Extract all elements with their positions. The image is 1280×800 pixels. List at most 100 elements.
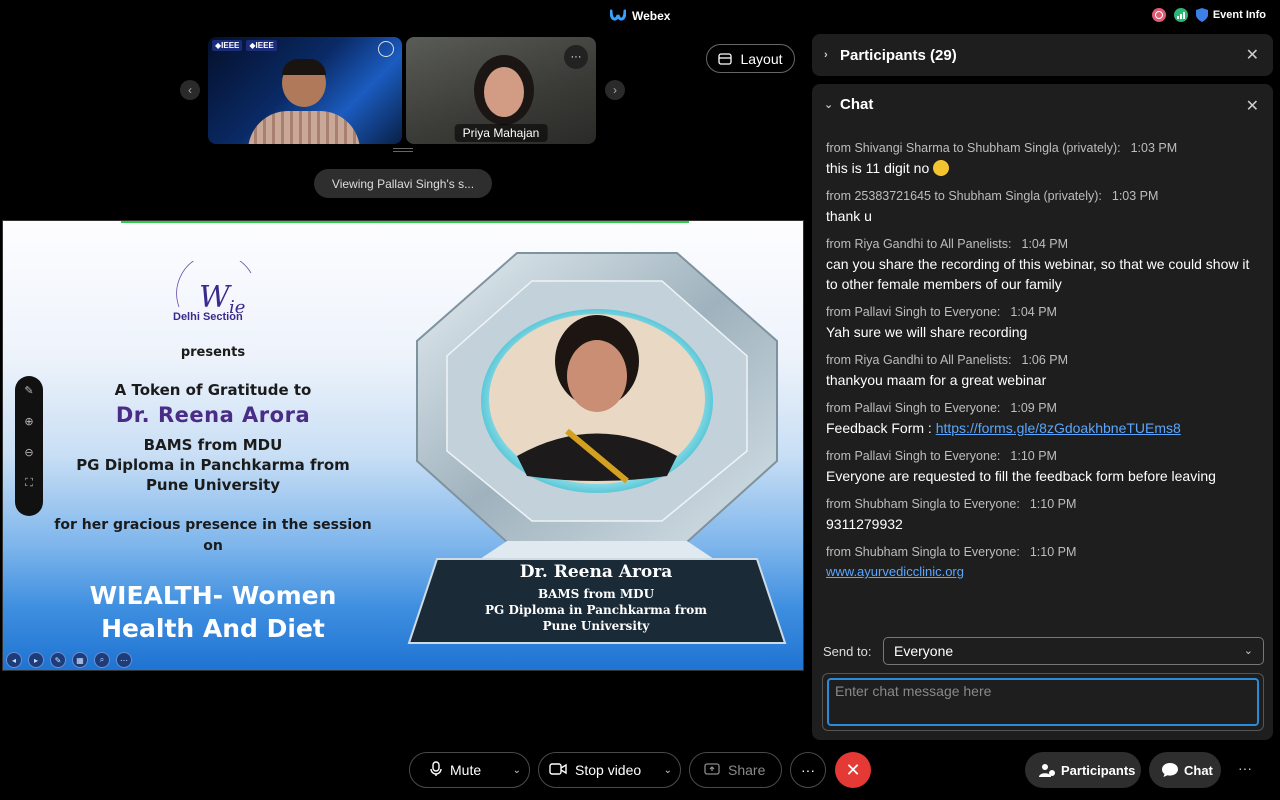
video-tile-priya-mahajan[interactable]: ··· Priya Mahajan	[406, 37, 596, 144]
slide-gratitude: A Token of Gratitude to	[114, 381, 312, 399]
resize-handle[interactable]	[393, 148, 413, 152]
message-meta: from Shivangi Sharma to Shubham Singla (…	[826, 140, 1258, 156]
slide-cred-line: BAMS from MDU	[143, 436, 283, 454]
message-meta: from Pallavi Singh to Everyone: 1:10 PM	[826, 448, 1258, 464]
message-text: thankyou maam for a great webinar	[826, 372, 1047, 388]
slide-presents: presents	[180, 345, 246, 360]
fit-icon[interactable]: ⛶	[25, 477, 33, 490]
annotate-icon[interactable]: ✎	[24, 384, 33, 397]
close-icon[interactable]: ✕	[1246, 45, 1259, 65]
video-strip-prev-button[interactable]: ‹	[180, 80, 200, 100]
chevron-right-icon: ›	[824, 49, 828, 61]
emoji-icon	[933, 160, 950, 176]
webex-logo-icon	[610, 9, 626, 21]
message-body: Feedback Form :	[826, 420, 936, 436]
chevron-down-icon: ⌄	[1243, 645, 1253, 657]
feedback-form-link[interactable]: https://forms.gle/8zGdoakhbneTUEms8	[936, 420, 1181, 436]
more-options-button[interactable]: ···	[790, 752, 826, 788]
slide-gracious-line: on	[203, 538, 223, 554]
message-meta: from 25383721645 to Shubham Singla (priv…	[826, 188, 1258, 204]
message-text: thank u	[826, 208, 872, 224]
slide-gracious: for her gracious presence in the session…	[3, 515, 423, 557]
chat-message: from Shubham Singla to Everyone: 1:10 PM …	[826, 496, 1258, 534]
chat-title: Chat	[840, 96, 874, 113]
app-name: Webex	[632, 9, 671, 23]
send-to-value: Everyone	[894, 643, 954, 659]
slide-honoree-name: Dr. Reena Arora	[115, 403, 311, 427]
stop-video-label: Stop video	[575, 762, 642, 778]
chat-message: from Pallavi Singh to Everyone: 1:10 PM E…	[826, 448, 1258, 486]
more-icon: ···	[570, 51, 582, 63]
message-meta: from Riya Gandhi to All Panelists: 1:04 P…	[826, 236, 1258, 252]
participants-title: Participants (29)	[840, 46, 957, 64]
message-time: 1:04 PM	[1010, 305, 1057, 319]
shared-content[interactable]: W ie Delhi Section presents A Token of G…	[2, 220, 804, 671]
message-text: Everyone are requested to fill the feedb…	[826, 468, 1216, 484]
layout-icon	[718, 52, 733, 65]
video-tile-presenter[interactable]: ◆IEEE ◆IEEE	[208, 37, 402, 144]
overflow-menu-button[interactable]: ···	[1238, 760, 1252, 776]
video-strip-next-button[interactable]: ›	[605, 80, 625, 100]
recording-icon[interactable]	[1151, 8, 1166, 22]
pen-icon[interactable]: ✎	[50, 652, 66, 668]
close-icon[interactable]: ✕	[1246, 96, 1259, 116]
chat-button[interactable]: Chat	[1149, 752, 1221, 788]
message-time: 1:09 PM	[1010, 401, 1057, 415]
chevron-down-icon[interactable]: ⌄	[513, 765, 521, 776]
message-meta: from Shubham Singla to Everyone: 1:10 PM	[826, 496, 1258, 512]
magnify-icon[interactable]: ⌕	[94, 652, 110, 668]
tile-more-button[interactable]: ···	[564, 45, 588, 69]
message-sender: from Riya Gandhi to All Panelists:	[826, 353, 1012, 367]
message-body: this is 11 digit no	[826, 160, 930, 176]
prev-slide-icon[interactable]: ◂	[6, 652, 22, 668]
title-bar: Webex Event Info	[0, 0, 1280, 34]
plaque-credentials: BAMS from MDU PG Diploma in Panchkarma f…	[433, 586, 759, 634]
send-to-select[interactable]: Everyone ⌄	[883, 637, 1264, 665]
event-info-button[interactable]: Event Info	[1195, 8, 1266, 22]
message-meta: from Pallavi Singh to Everyone: 1:09 PM	[826, 400, 1258, 416]
plaque-cred-line: BAMS from MDU	[537, 587, 655, 601]
message-sender: from Shubham Singla to Everyone:	[826, 545, 1020, 559]
chat-message: from Shubham Singla to Everyone: 1:10 PM …	[826, 544, 1258, 582]
share-label: Share	[728, 762, 766, 778]
message-sender: from Shivangi Sharma to Shubham Singla (…	[826, 141, 1121, 155]
chat-message: from Pallavi Singh to Everyone: 1:04 PM Y…	[826, 304, 1258, 342]
mute-button[interactable]: Mute ⌄	[409, 752, 530, 788]
chat-message-input[interactable]: Enter chat message here	[827, 678, 1259, 726]
shield-icon	[1195, 8, 1208, 22]
message-sender: from 25383721645 to Shubham Singla (priv…	[826, 189, 1102, 203]
chevron-down-icon: ⌄	[824, 99, 834, 111]
message-time: 1:10 PM	[1029, 545, 1077, 559]
slide-title-line: Health And Diet	[101, 614, 325, 643]
more-icon[interactable]: ⋯	[116, 652, 132, 668]
network-health-icon[interactable]	[1173, 8, 1188, 22]
message-text: Feedback Form : https://forms.gle/8zGdoa…	[826, 418, 1258, 438]
slide-cred-line: Pune University	[145, 476, 281, 494]
chevron-down-icon[interactable]: ⌄	[664, 765, 672, 776]
chat-header[interactable]: ⌄ Chat	[824, 96, 873, 113]
participants-label: Participants	[1061, 762, 1136, 778]
stop-video-button[interactable]: Stop video ⌄	[538, 752, 681, 788]
slide-controls: ◂ ▸ ✎ ▦ ⌕ ⋯	[6, 652, 132, 668]
chat-label: Chat	[1184, 762, 1213, 778]
zoom-out-icon[interactable]: ⊖	[24, 446, 33, 459]
video-camera-icon	[549, 762, 567, 778]
slides-icon[interactable]: ▦	[72, 652, 88, 668]
next-slide-icon[interactable]: ▸	[28, 652, 44, 668]
website-link[interactable]: www.ayurvedicclinic.org	[826, 564, 964, 579]
message-text: www.ayurvedicclinic.org	[826, 562, 1258, 582]
zoom-in-icon[interactable]: ⊕	[24, 415, 33, 428]
participants-icon	[1039, 764, 1055, 777]
share-button[interactable]: Share	[689, 752, 782, 788]
participants-button[interactable]: Participants	[1025, 752, 1141, 788]
chat-message: from Pallavi Singh to Everyone: 1:09 PM F…	[826, 400, 1258, 438]
layout-button[interactable]: Layout	[706, 44, 795, 73]
plaque-cred-line: Pune University	[542, 619, 650, 633]
leave-meeting-button[interactable]: ✕	[835, 752, 871, 788]
participants-panel-header[interactable]: › Participants (29) ✕	[812, 34, 1273, 76]
slide-credentials: BAMS from MDU PG Diploma in Panchkarma f…	[3, 435, 423, 495]
chat-message: from Riya Gandhi to All Panelists: 1:04 P…	[826, 236, 1258, 294]
message-text: Yah sure we will share recording	[826, 324, 1028, 340]
message-time: 1:10 PM	[1029, 497, 1077, 511]
share-screen-icon	[704, 762, 720, 778]
